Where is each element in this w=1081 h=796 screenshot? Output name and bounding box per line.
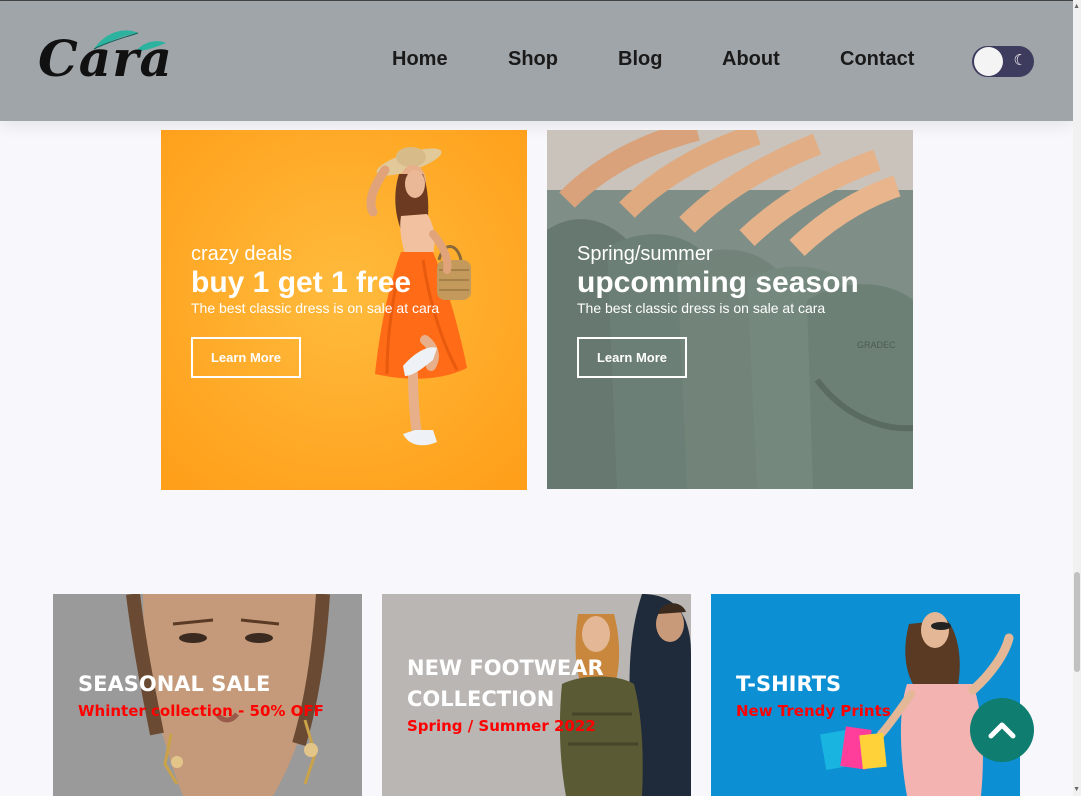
banner-title: buy 1 get 1 free: [191, 266, 412, 299]
nav-home[interactable]: Home: [392, 48, 448, 71]
nav-contact[interactable]: Contact: [840, 48, 914, 71]
learn-more-button[interactable]: Learn More: [577, 337, 687, 378]
card-title: T-SHIRTS: [736, 672, 842, 696]
scroll-down-arrow-icon[interactable]: ▼: [1073, 786, 1080, 793]
moon-icon: ☾: [1013, 52, 1027, 69]
theme-toggle[interactable]: ☾: [972, 46, 1034, 77]
card-seasonal-sale[interactable]: SEASONAL SALE Whinter collection - 50% O…: [53, 594, 362, 796]
page-scrollbar[interactable]: ▲ ▼: [1073, 0, 1081, 796]
banner-spring-summer: GRADEC Spring/summer upcomming season Th…: [547, 130, 913, 489]
banner-text-group: Spring/summer upcomming season The best …: [577, 242, 859, 316]
svg-text:GRADEC: GRADEC: [857, 340, 896, 350]
brand-logo[interactable]: Cara: [36, 27, 178, 99]
back-to-top-button[interactable]: [970, 698, 1034, 762]
banner-title: upcomming season: [577, 266, 859, 299]
banner-text-group: crazy deals buy 1 get 1 free The best cl…: [191, 242, 439, 316]
banner-description: The best classic dress is on sale at car…: [191, 300, 440, 316]
banner-crazy-deals: crazy deals buy 1 get 1 free The best cl…: [161, 130, 527, 490]
logo-wordmark: Cara: [38, 29, 173, 88]
card-title: SEASONAL SALE: [78, 672, 271, 696]
card-title-line-2: COLLECTION: [407, 687, 555, 711]
card-t-shirts[interactable]: T-SHIRTS New Trendy Prints: [711, 594, 1020, 796]
toggle-knob: [974, 47, 1003, 76]
banner-kicker: crazy deals: [191, 243, 293, 265]
nav-shop[interactable]: Shop: [508, 48, 558, 71]
learn-more-button[interactable]: Learn More: [191, 337, 301, 378]
scrollbar-thumb[interactable]: [1074, 572, 1080, 672]
scroll-up-arrow-icon[interactable]: ▲: [1073, 3, 1080, 10]
card-title-line-1: NEW FOOTWEAR: [407, 656, 604, 680]
nav-about[interactable]: About: [722, 48, 780, 71]
card-subtitle: Whinter collection - 50% OFF: [78, 702, 324, 720]
site-header: Cara Home Shop Blog About Contact ☾: [0, 1, 1073, 121]
card-subtitle: Spring / Summer 2022: [407, 717, 596, 735]
nav-blog[interactable]: Blog: [618, 48, 662, 71]
card-new-footwear[interactable]: NEW FOOTWEAR COLLECTION Spring / Summer …: [382, 594, 691, 796]
banner-kicker: Spring/summer: [577, 243, 713, 265]
banner-description: The best classic dress is on sale at car…: [577, 300, 826, 316]
chevron-up-icon: [988, 722, 1016, 739]
card-subtitle: New Trendy Prints: [736, 702, 891, 720]
